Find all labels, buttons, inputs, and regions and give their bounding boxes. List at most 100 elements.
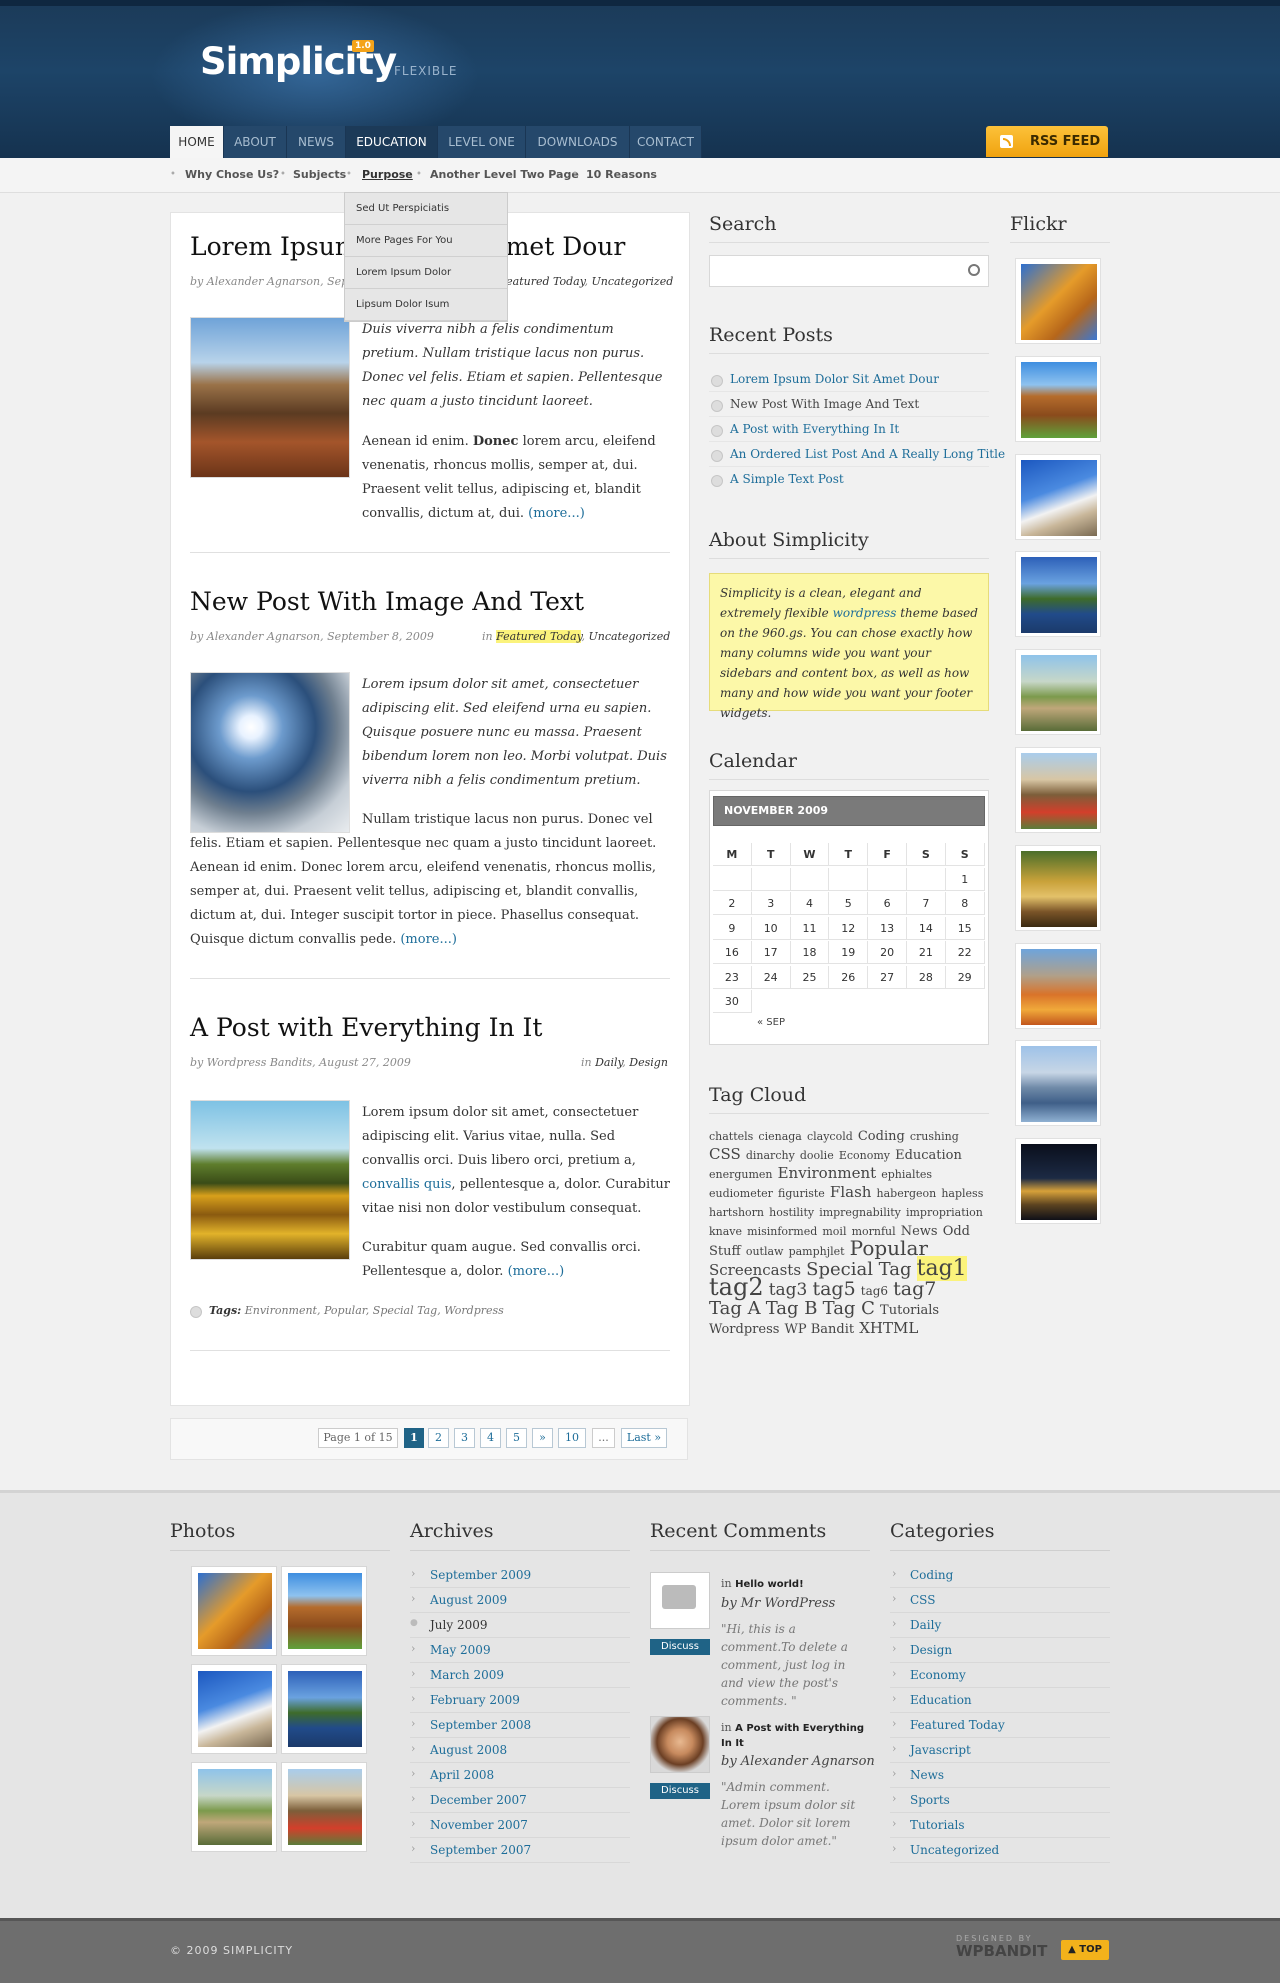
calendar-prev-link[interactable]: « SEP: [757, 1017, 785, 1028]
tag-link[interactable]: Education: [895, 1148, 962, 1163]
tag-link[interactable]: moil: [822, 1225, 846, 1238]
page-1[interactable]: 1: [404, 1428, 424, 1448]
calendar-day[interactable]: 18: [790, 941, 830, 964]
avatar[interactable]: [650, 1716, 710, 1773]
page-10[interactable]: 10: [558, 1428, 586, 1448]
tag-link[interactable]: tag7: [893, 1278, 936, 1300]
category-link[interactable]: Daily: [910, 1618, 941, 1632]
post-image-sunflowers[interactable]: [190, 1100, 350, 1260]
calendar-day[interactable]: 22: [945, 941, 985, 964]
tag-link[interactable]: doolie: [800, 1149, 834, 1162]
tag-link[interactable]: Odd: [943, 1224, 970, 1239]
archive-link[interactable]: February 2009: [430, 1693, 520, 1707]
tag-link[interactable]: Wordpress: [709, 1322, 779, 1337]
category-link[interactable]: Uncategorized: [588, 630, 670, 643]
tag-link[interactable]: Tag A: [709, 1298, 761, 1319]
tag-link[interactable]: WP Bandit: [785, 1322, 855, 1337]
archive-link[interactable]: July 2009: [430, 1618, 488, 1632]
tag-link[interactable]: impropriation: [906, 1206, 983, 1219]
flickr-photo[interactable]: [1015, 747, 1101, 833]
calendar-day[interactable]: 8: [945, 892, 985, 915]
calendar-day[interactable]: 25: [790, 965, 830, 989]
subnav-purpose[interactable]: Purpose: [362, 168, 413, 181]
tag-link[interactable]: knave: [709, 1225, 742, 1238]
nav-home[interactable]: HOME: [170, 126, 224, 158]
tag-link[interactable]: claycold: [807, 1130, 853, 1143]
page-2[interactable]: 2: [428, 1428, 449, 1448]
calendar-day[interactable]: 23: [713, 965, 752, 989]
nav-news[interactable]: NEWS: [287, 126, 346, 158]
tag-link[interactable]: eudiometer: [709, 1187, 773, 1200]
tag-link[interactable]: ephialtes: [881, 1168, 932, 1181]
footer-photo[interactable]: [191, 1762, 277, 1852]
nav-about[interactable]: ABOUT: [224, 126, 287, 158]
more-link[interactable]: (more...): [400, 932, 457, 947]
category-link[interactable]: Javascript: [910, 1743, 971, 1757]
category-link[interactable]: Featured Today: [496, 630, 582, 643]
archive-link[interactable]: September 2009: [430, 1568, 531, 1582]
tag-link[interactable]: Tutorials: [880, 1303, 939, 1318]
category-link[interactable]: Featured Today: [499, 275, 584, 288]
calendar-day[interactable]: 30: [713, 990, 752, 1013]
calendar-day[interactable]: 7: [907, 892, 946, 915]
archive-link[interactable]: September 2008: [430, 1718, 531, 1732]
calendar-day[interactable]: 12: [829, 916, 869, 940]
calendar-day[interactable]: 10: [751, 916, 791, 940]
flickr-photo[interactable]: [1015, 258, 1101, 344]
calendar-day[interactable]: 29: [945, 965, 985, 989]
archive-link[interactable]: December 2007: [430, 1793, 527, 1807]
tag-link[interactable]: hartshorn: [709, 1206, 764, 1219]
calendar-day[interactable]: 9: [713, 916, 752, 940]
archive-link[interactable]: May 2009: [430, 1643, 491, 1657]
flickr-photo[interactable]: [1015, 453, 1101, 540]
calendar-day[interactable]: 28: [907, 965, 946, 989]
calendar-day[interactable]: 3: [751, 892, 791, 915]
tags-list[interactable]: Environment, Popular, Special Tag, Wordp…: [245, 1304, 504, 1317]
subnav-10-reasons[interactable]: 10 Reasons: [586, 168, 657, 181]
tag-link[interactable]: dinarchy: [746, 1149, 795, 1162]
nav-downloads[interactable]: DOWNLOADS: [526, 126, 630, 158]
calendar-day[interactable]: 11: [790, 916, 830, 940]
calendar-day[interactable]: 13: [868, 916, 907, 940]
calendar-day[interactable]: 26: [829, 965, 869, 989]
flickr-photo[interactable]: [1015, 1040, 1101, 1127]
about-wordpress-link[interactable]: wordpress: [833, 606, 897, 620]
tag-link[interactable]: XHTML: [859, 1319, 918, 1337]
category-link[interactable]: Design: [910, 1643, 952, 1657]
tag-link[interactable]: tag6: [861, 1284, 888, 1298]
recent-post-link[interactable]: Lorem Ipsum Dolor Sit Amet Dour: [730, 372, 939, 386]
flickr-photo[interactable]: [1015, 355, 1101, 442]
discuss-button[interactable]: Discuss: [650, 1783, 710, 1799]
category-link[interactable]: Tutorials: [910, 1818, 965, 1832]
tag-link[interactable]: energumen: [709, 1168, 773, 1181]
category-link[interactable]: Uncategorized: [910, 1843, 999, 1857]
subnav-why-chose-us[interactable]: Why Chose Us?: [185, 168, 279, 181]
category-link[interactable]: Uncategorized: [591, 275, 673, 288]
archive-link[interactable]: November 2007: [430, 1818, 528, 1832]
tag-link[interactable]: chattels: [709, 1130, 753, 1143]
calendar-day[interactable]: 17: [751, 941, 791, 964]
tag-link[interactable]: CSS: [709, 1145, 741, 1163]
nav-level-one[interactable]: LEVEL ONE: [438, 126, 526, 158]
calendar-day[interactable]: 14: [907, 916, 946, 940]
calendar-day[interactable]: 6: [868, 892, 907, 915]
calendar-day[interactable]: 2: [713, 892, 752, 915]
flickr-photo[interactable]: [1015, 649, 1101, 736]
archive-link[interactable]: March 2009: [430, 1668, 504, 1682]
tag-link[interactable]: tag2: [709, 1273, 764, 1301]
page-last[interactable]: Last »: [621, 1428, 667, 1448]
archive-link[interactable]: August 2009: [430, 1593, 507, 1607]
post-title[interactable]: A Post with Everything In It: [190, 1013, 542, 1042]
category-link[interactable]: CSS: [910, 1593, 935, 1607]
rss-feed-button[interactable]: RSS FEED: [986, 126, 1108, 157]
recent-post-link[interactable]: A Simple Text Post: [730, 472, 844, 486]
search-input[interactable]: [709, 255, 989, 287]
tag-link[interactable]: Coding: [858, 1129, 905, 1144]
tag-link[interactable]: tag5: [812, 1278, 855, 1300]
calendar-day[interactable]: 15: [945, 916, 985, 940]
tag-link[interactable]: tag3: [769, 1280, 808, 1300]
page-4[interactable]: 4: [480, 1428, 501, 1448]
back-to-top-button[interactable]: ▲ TOP: [1061, 1940, 1109, 1960]
calendar-day[interactable]: 24: [751, 965, 791, 989]
page-5[interactable]: 5: [506, 1428, 527, 1448]
